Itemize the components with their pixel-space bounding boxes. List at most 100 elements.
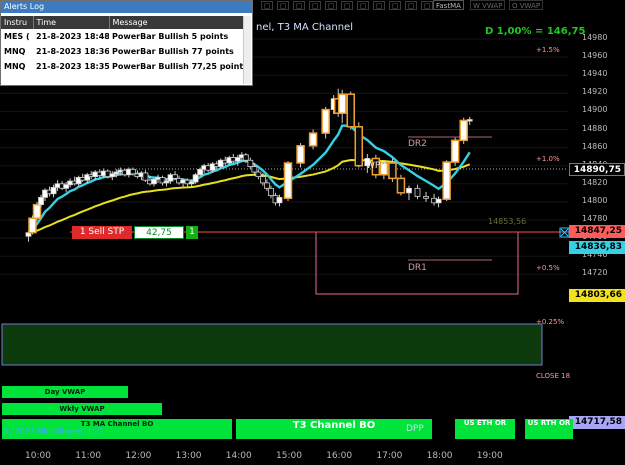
toolbar-button-5[interactable]: ▢	[325, 1, 337, 10]
pct-label-0-25: +0.25%	[536, 318, 565, 326]
candle-bull	[109, 173, 116, 177]
candle-bull	[38, 196, 44, 206]
time-tick-label: 18:00	[426, 451, 453, 461]
channel-price-tag: 14836,83	[569, 241, 625, 254]
candle-bull	[28, 217, 37, 234]
toolbar-button-4[interactable]: ▢	[309, 1, 321, 10]
candle-bull	[450, 139, 460, 163]
candle-bear	[264, 182, 270, 189]
toolbar-button-2[interactable]: ▢	[277, 1, 289, 10]
candle-bull	[151, 178, 157, 185]
candle-bear	[423, 196, 429, 199]
candle-bear	[259, 176, 266, 184]
fastma-select[interactable]: FastMA	[433, 0, 464, 10]
sell-stop-order-label[interactable]: 1 Sell STP	[72, 226, 132, 239]
candle-bull	[466, 119, 473, 122]
time-tick-label: 15:00	[276, 451, 302, 461]
time-tick-label: 12:00	[125, 451, 152, 461]
dr2-label: DR2	[408, 139, 427, 149]
wkly-vwap-signal: Wkly VWAP	[2, 403, 162, 415]
alert-row[interactable]: MNQ 21-8-2023 18:35: PowerBar Bullish 77…	[1, 59, 245, 74]
pct-label-1-5: +1.5%	[536, 46, 560, 54]
chart-window: { "alerts": { "title": "Alerts Log", "co…	[0, 0, 625, 465]
alert-row[interactable]: MNQ 21-8-2023 18:36: PowerBar Bullish 77…	[1, 44, 245, 59]
candle-bear	[129, 168, 136, 175]
faded-price-label: 14853,56	[488, 217, 527, 226]
alerts-table: Instru Time Message MES ( 21-8-2023 18:4…	[1, 16, 246, 74]
time-tick-label: 17:00	[376, 451, 403, 461]
candle-bull	[283, 162, 293, 200]
us-eth-or-signal: US ETH OR	[455, 419, 515, 439]
wpp-label: WPP	[366, 161, 386, 171]
candle-bear	[247, 159, 254, 168]
candle-bull	[459, 119, 468, 142]
candle-bull	[197, 168, 204, 176]
price-tick-label: 14820	[582, 177, 608, 187]
toolbar-button-7[interactable]: ▢	[357, 1, 369, 10]
w-vwap-toggle[interactable]: W VWAP	[470, 0, 506, 10]
toolbar-button-10[interactable]: ▢	[405, 1, 417, 10]
price-tick-label: 14880	[582, 123, 608, 133]
alerts-scrollbar[interactable]	[243, 16, 251, 84]
alerts-header-row: Instru Time Message	[1, 16, 246, 29]
order-close-button[interactable]: 1	[186, 226, 198, 239]
column-header-message[interactable]: Message	[109, 16, 246, 29]
toolbar-button-9[interactable]: ▢	[389, 1, 401, 10]
alerts-log-window: Alerts Log Instru Time Message MES ( 21-…	[0, 0, 253, 86]
candle-bear	[388, 162, 397, 180]
candle-bear	[396, 177, 406, 194]
range-metric: D 1,00% = 146,75	[485, 26, 586, 37]
ma-price-tag: 14803,66	[569, 289, 625, 302]
toolbar-button-1[interactable]: ▢	[261, 1, 273, 10]
price-tick-label: 14980	[582, 33, 608, 42]
sell-stop-price-tag: 14847,25	[569, 225, 625, 238]
price-tick-label: 14860	[582, 141, 608, 151]
alert-row[interactable]: MES ( 21-8-2023 18:48: PowerBar Bullish …	[1, 29, 245, 44]
column-header-time[interactable]: Time	[33, 16, 110, 29]
price-tick-label: 14800	[582, 195, 608, 205]
time-tick-label: 10:00	[25, 451, 51, 461]
dpp-label: DPP	[406, 424, 424, 434]
close-label: CLOSE 18	[536, 372, 571, 380]
candle-bull	[32, 203, 42, 219]
candle-bear	[268, 187, 274, 196]
time-tick-label: 16:00	[326, 451, 353, 461]
alert-message: PowerBar Bullish 77 points	[112, 47, 234, 56]
candle-bear	[346, 93, 355, 128]
alert-instrument: MES (	[4, 32, 30, 41]
candle-bear	[172, 174, 178, 179]
copyright-text: © 2023 NinjaTrader, LLC	[4, 427, 103, 436]
candle-bear	[251, 166, 258, 173]
candle-bull	[192, 174, 199, 183]
pct-label-0-5: +0.5%	[536, 264, 560, 272]
pct-label-1-0: +1.0%	[536, 155, 560, 163]
candle-bull	[50, 187, 57, 195]
candle-bear	[255, 171, 262, 177]
dr1-label: DR1	[408, 263, 427, 273]
time-tick-label: 14:00	[225, 451, 252, 461]
candle-bull	[321, 108, 330, 134]
o-vwap-toggle[interactable]: O VWAP	[509, 0, 544, 10]
toolbar-button-3[interactable]: ▢	[293, 1, 305, 10]
candle-bull	[63, 184, 70, 189]
vwap-price-tag: 14717,58	[569, 416, 625, 429]
time-tick-label: 11:00	[75, 451, 102, 461]
price-tick-label: 14920	[582, 87, 608, 97]
price-tick-label: 14960	[582, 51, 608, 61]
toolbar-button-11[interactable]: ▢	[421, 1, 433, 10]
toolbar-button-6[interactable]: ▢	[341, 1, 353, 10]
toolbar-button-8[interactable]: ▢	[373, 1, 385, 10]
price-tick-label: 14940	[582, 69, 608, 79]
candle-bull	[234, 157, 241, 162]
candle-bear	[354, 126, 364, 167]
order-quantity[interactable]: 42,75	[134, 226, 184, 239]
us-rth-or-signal: US RTH OR	[525, 419, 573, 439]
alert-time: 21-8-2023 18:35:	[36, 62, 109, 71]
alerts-title: Alerts Log	[1, 1, 252, 13]
column-header-instrument[interactable]: Instru	[1, 16, 34, 29]
alert-instrument: MNQ	[4, 47, 26, 56]
candle-bull	[308, 132, 318, 147]
slow-ma-line	[28, 159, 471, 234]
candle-bull	[442, 161, 451, 200]
chart-title: nel, T3 MA Channel	[256, 22, 353, 33]
